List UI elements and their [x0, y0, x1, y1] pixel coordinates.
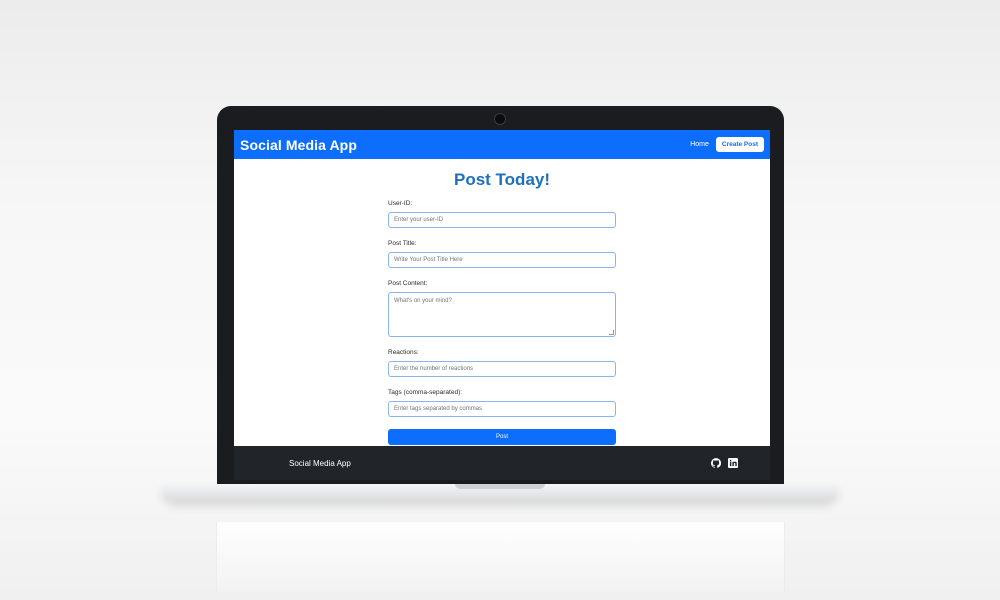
main-content: Post Today! User-ID: Enter your user-ID … — [234, 159, 770, 446]
resize-handle[interactable] — [609, 330, 614, 335]
laptop-notch — [455, 484, 545, 489]
footer-social-links — [711, 458, 738, 468]
webcam — [494, 113, 506, 125]
user-id-input[interactable]: Enter your user-ID — [388, 212, 616, 228]
laptop-mockup: Social Media App Home Create Post Post T… — [0, 0, 1000, 600]
nav-link-home[interactable]: Home — [690, 141, 709, 148]
navbar-links: Home Create Post — [690, 137, 764, 152]
reflection — [216, 522, 785, 592]
github-icon[interactable] — [711, 458, 721, 468]
post-title-label: Post Title: — [388, 240, 417, 247]
laptop-screen: Social Media App Home Create Post Post T… — [234, 130, 770, 480]
navbar-brand[interactable]: Social Media App — [240, 137, 357, 153]
create-post-button[interactable]: Create Post — [715, 137, 764, 152]
post-content-label: Post Content: — [388, 280, 428, 287]
user-id-label: User-ID: — [388, 200, 413, 207]
post-title-input[interactable]: Write Your Post Title Here — [388, 252, 616, 268]
page-title: Post Today! — [453, 170, 551, 189]
footer: Social Media App — [234, 446, 770, 480]
navbar: Social Media App Home Create Post — [234, 130, 770, 159]
tags-input[interactable]: Enter tags separated by commas — [388, 401, 616, 417]
post-content-placeholder: What's on your mind? — [394, 298, 452, 304]
reactions-input[interactable]: Enter the number of reactions — [388, 361, 616, 377]
post-content-textarea[interactable]: What's on your mind? — [388, 292, 616, 337]
post-form: User-ID: Enter your user-ID Post Title: … — [388, 200, 616, 445]
post-submit-button[interactable]: Post — [388, 429, 616, 445]
reactions-label: Reactions: — [388, 349, 419, 356]
linkedin-icon[interactable] — [728, 458, 738, 468]
footer-brand: Social Media App — [289, 458, 351, 468]
tags-label: Tags (comma-separated): — [388, 389, 463, 396]
